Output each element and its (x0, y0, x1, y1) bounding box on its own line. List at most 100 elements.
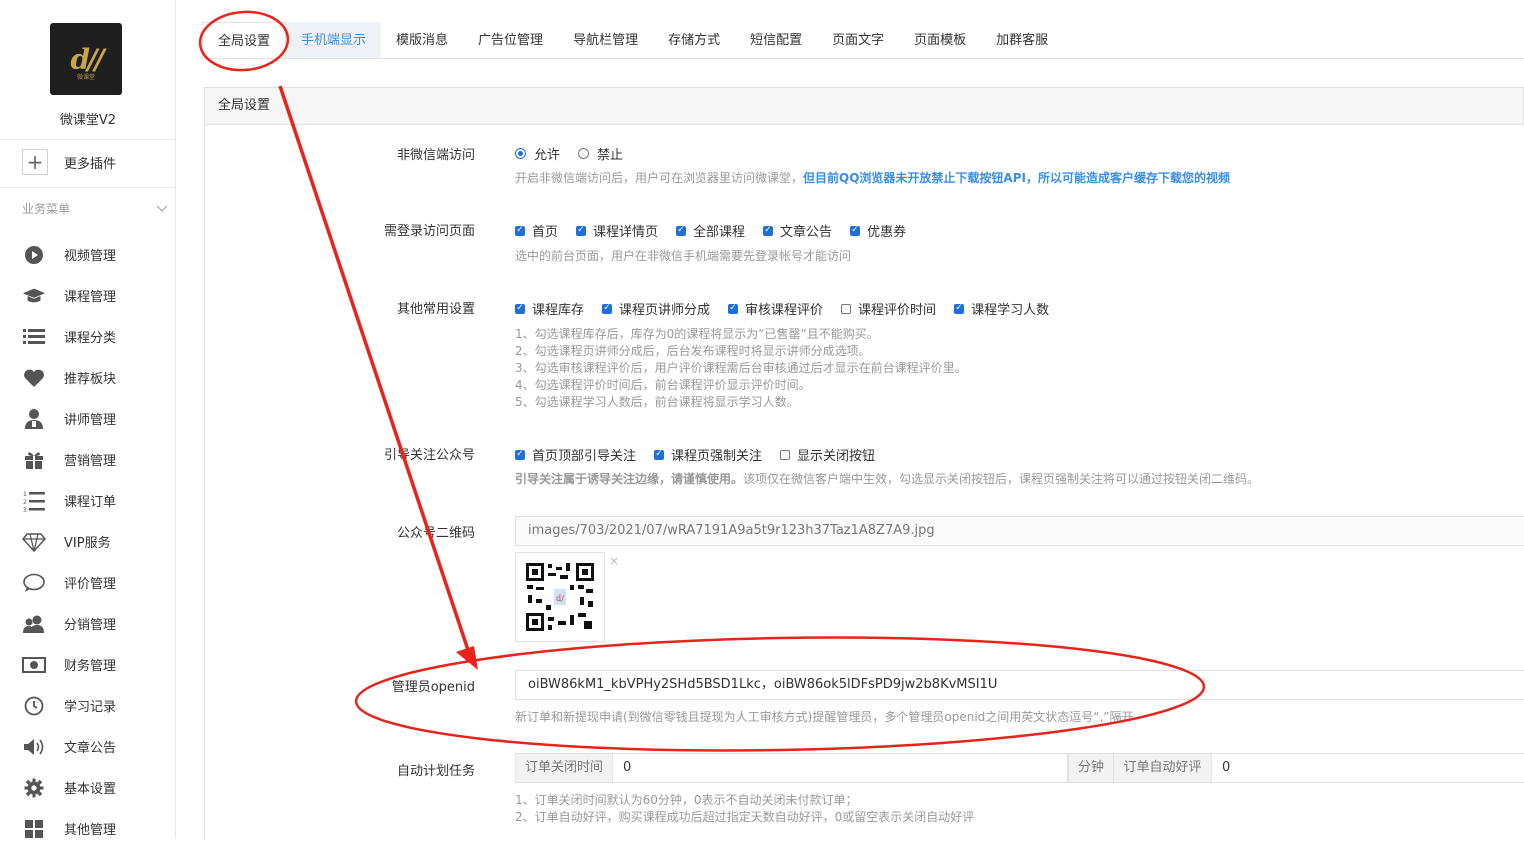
order-auto-review-addon: 订单自动好评 (1113, 753, 1212, 783)
follow-options: ✓ 首页顶部引导关注 ✓ 课程页强制关注 显示关闭按钮 (515, 445, 893, 464)
clock-icon (22, 694, 46, 718)
checkbox-coupons[interactable]: ✓ 优惠券 (850, 221, 906, 240)
panel-title: 全局设置 (204, 87, 1524, 125)
sidebar-item-study-record[interactable]: 学习记录 (0, 685, 176, 726)
checkbox-label: 文章公告 (780, 225, 833, 240)
more-plugins-button[interactable]: + 更多插件 (22, 148, 116, 176)
sidebar-item-articles[interactable]: 文章公告 (0, 726, 176, 767)
radio-forbid[interactable]: 禁止 (578, 144, 623, 163)
teacher-icon (22, 407, 46, 431)
logo-text: 微课堂 (76, 74, 95, 81)
sidebar-item-label: 营销管理 (64, 454, 117, 469)
tab-group-service[interactable]: 加群客服 (981, 22, 1063, 59)
checkbox-label: 课程详情页 (593, 225, 659, 240)
chevron-down-icon (156, 205, 168, 212)
checkbox-learner-count[interactable]: ✓ 课程学习人数 (954, 299, 1049, 318)
check-icon: ✓ (954, 303, 965, 314)
plus-icon: + (22, 149, 48, 175)
auto-task-label: 自动计划任务 (396, 764, 475, 779)
checkbox-stock[interactable]: ✓ 课程库存 (515, 299, 584, 318)
heart-icon (22, 366, 46, 390)
checkbox-label: 首页顶部引导关注 (532, 449, 637, 464)
auto-task-help: 1、订单关闭时间默认为60分钟，0表示不自动关闭未付款订单； 2、订单自动好评，… (515, 792, 974, 826)
remove-image-button[interactable]: × (609, 554, 619, 568)
checkbox-home-follow[interactable]: ✓ 首页顶部引导关注 (515, 445, 636, 464)
sidebar-item-review[interactable]: 评价管理 (0, 562, 176, 603)
tab-page-text[interactable]: 页面文字 (817, 22, 899, 59)
non-wechat-help: 开启非微信端访问后，用户可在浏览器里访问微课堂，但目前QQ浏览器未开放禁止下载按… (515, 170, 1230, 187)
checkbox-articles[interactable]: ✓ 文章公告 (763, 221, 832, 240)
common-settings-help: 1、勾选课程库存后，库存为0的课程将显示为“已售罄”且不能购买。 2、勾选课程页… (515, 326, 967, 411)
qrcode-path-input[interactable]: images/703/2021/07/wRA7191A9a5t9r123h37T… (515, 516, 1524, 546)
sidebar-item-category[interactable]: 课程分类 (0, 316, 176, 357)
sidebar-item-other[interactable]: 其他管理 (0, 808, 176, 849)
checkbox-review-audit[interactable]: ✓ 审核课程评价 (728, 299, 823, 318)
check-icon: ✓ (676, 225, 687, 236)
checkbox-all-courses[interactable]: ✓ 全部课程 (676, 221, 745, 240)
sidebar-item-marketing[interactable]: 营销管理 (0, 439, 176, 480)
tab-global-settings[interactable]: 全局设置 (202, 22, 287, 59)
minutes-unit-addon: 分钟 (1068, 753, 1114, 783)
users-icon (22, 612, 46, 636)
tab-storage[interactable]: 存储方式 (653, 22, 735, 59)
grid-icon (22, 817, 46, 841)
main-content: 全局设置 手机端显示 模版消息 广告位管理 导航栏管理 存储方式 短信配置 页面… (176, 0, 1524, 839)
tab-ad-slots[interactable]: 广告位管理 (463, 22, 558, 59)
help-line: 5、勾选课程学习人数后，前台课程将显示学习人数。 (515, 395, 799, 409)
tab-navbar[interactable]: 导航栏管理 (558, 22, 653, 59)
svg-text:2: 2 (23, 499, 27, 506)
sidebar-item-teacher[interactable]: 讲师管理 (0, 398, 176, 439)
sidebar-item-label: VIP服务 (64, 536, 111, 551)
checkbox-review-time[interactable]: 课程评价时间 (841, 299, 936, 318)
checkbox-course-detail[interactable]: ✓ 课程详情页 (576, 221, 658, 240)
checkbox-label: 课程评价时间 (858, 303, 937, 318)
help-line: 4、勾选课程评价时间后，前台课程评价显示评价时间。 (515, 378, 811, 392)
svg-text:1: 1 (23, 491, 27, 498)
checkbox-label: 审核课程评价 (745, 303, 824, 318)
help-line: 2、订单自动好评，购买课程成功后超过指定天数自动好评，0或留空表示关闭自动好评 (515, 810, 975, 824)
volume-icon (22, 735, 46, 759)
order-close-time-input[interactable]: 0 (612, 753, 1068, 783)
sidebar-item-finance[interactable]: 财务管理 (0, 644, 176, 685)
menu-header[interactable]: 业务菜单 (22, 200, 168, 217)
sidebar-item-recommend[interactable]: 推荐板块 (0, 357, 176, 398)
login-pages-options: ✓ 首页 ✓ 课程详情页 ✓ 全部课程 ✓ 文章公告 ✓ 优惠券 (515, 221, 924, 240)
radio-label: 允许 (534, 148, 561, 163)
sidebar-item-label: 其他管理 (64, 823, 117, 838)
checkbox-home[interactable]: ✓ 首页 (515, 221, 558, 240)
tab-page-template[interactable]: 页面模板 (899, 22, 981, 59)
radio-allow[interactable]: 允许 (515, 144, 560, 163)
checkbox-show-close[interactable]: 显示关闭按钮 (780, 445, 875, 464)
common-settings-label: 其他常用设置 (396, 302, 475, 317)
sidebar-item-label: 视频管理 (64, 249, 117, 264)
checkbox-force-follow[interactable]: ✓ 课程页强制关注 (654, 445, 762, 464)
help-warning-text: 但目前QQ浏览器未开放禁止下载按钮API，所以可能造成客户缓存下载您的视频 (803, 171, 1230, 185)
help-line: 1、勾选课程库存后，库存为0的课程将显示为“已售罄”且不能购买。 (515, 327, 879, 341)
sidebar-item-video[interactable]: 视频管理 (0, 234, 176, 275)
help-line: 2、勾选课程页讲师分成后，后台发布课程时将显示讲师分成选项。 (515, 344, 871, 358)
check-icon: ✓ (654, 449, 665, 460)
tab-template-messages[interactable]: 模版消息 (381, 22, 463, 59)
order-auto-review-input[interactable]: 0 (1211, 753, 1524, 783)
app-logo: d// 微课堂 (50, 23, 122, 95)
sidebar-item-vip[interactable]: VIP服务 (0, 521, 176, 562)
sidebar-item-orders[interactable]: 123 课程订单 (0, 480, 176, 521)
sidebar-item-course[interactable]: 课程管理 (0, 275, 176, 316)
sidebar-item-distribution[interactable]: 分销管理 (0, 603, 176, 644)
svg-text:3: 3 (23, 507, 27, 512)
help-warning-text: 引导关注属于诱导关注边缘，请谨慎使用。 (515, 472, 744, 486)
checkbox-teacher-share[interactable]: ✓ 课程页讲师分成 (602, 299, 710, 318)
money-icon (22, 653, 46, 677)
gift-icon (22, 448, 46, 472)
play-circle-icon (22, 243, 46, 267)
diamond-icon (22, 530, 46, 554)
sidebar-item-label: 基本设置 (64, 782, 117, 797)
checkbox-label: 课程页讲师分成 (619, 303, 711, 318)
tab-mobile-display[interactable]: 手机端显示 (286, 22, 382, 59)
tab-sms[interactable]: 短信配置 (735, 22, 817, 59)
check-icon: ✓ (602, 303, 613, 314)
non-wechat-options: 允许 禁止 (515, 144, 641, 163)
admin-openid-input[interactable]: oiBW86kM1_kbVPHy2SHd5BSD1Lkc，oiBW86ok5lD… (515, 670, 1524, 700)
sidebar-item-basic-settings[interactable]: 基本设置 (0, 767, 176, 808)
sidebar-item-label: 讲师管理 (64, 413, 117, 428)
